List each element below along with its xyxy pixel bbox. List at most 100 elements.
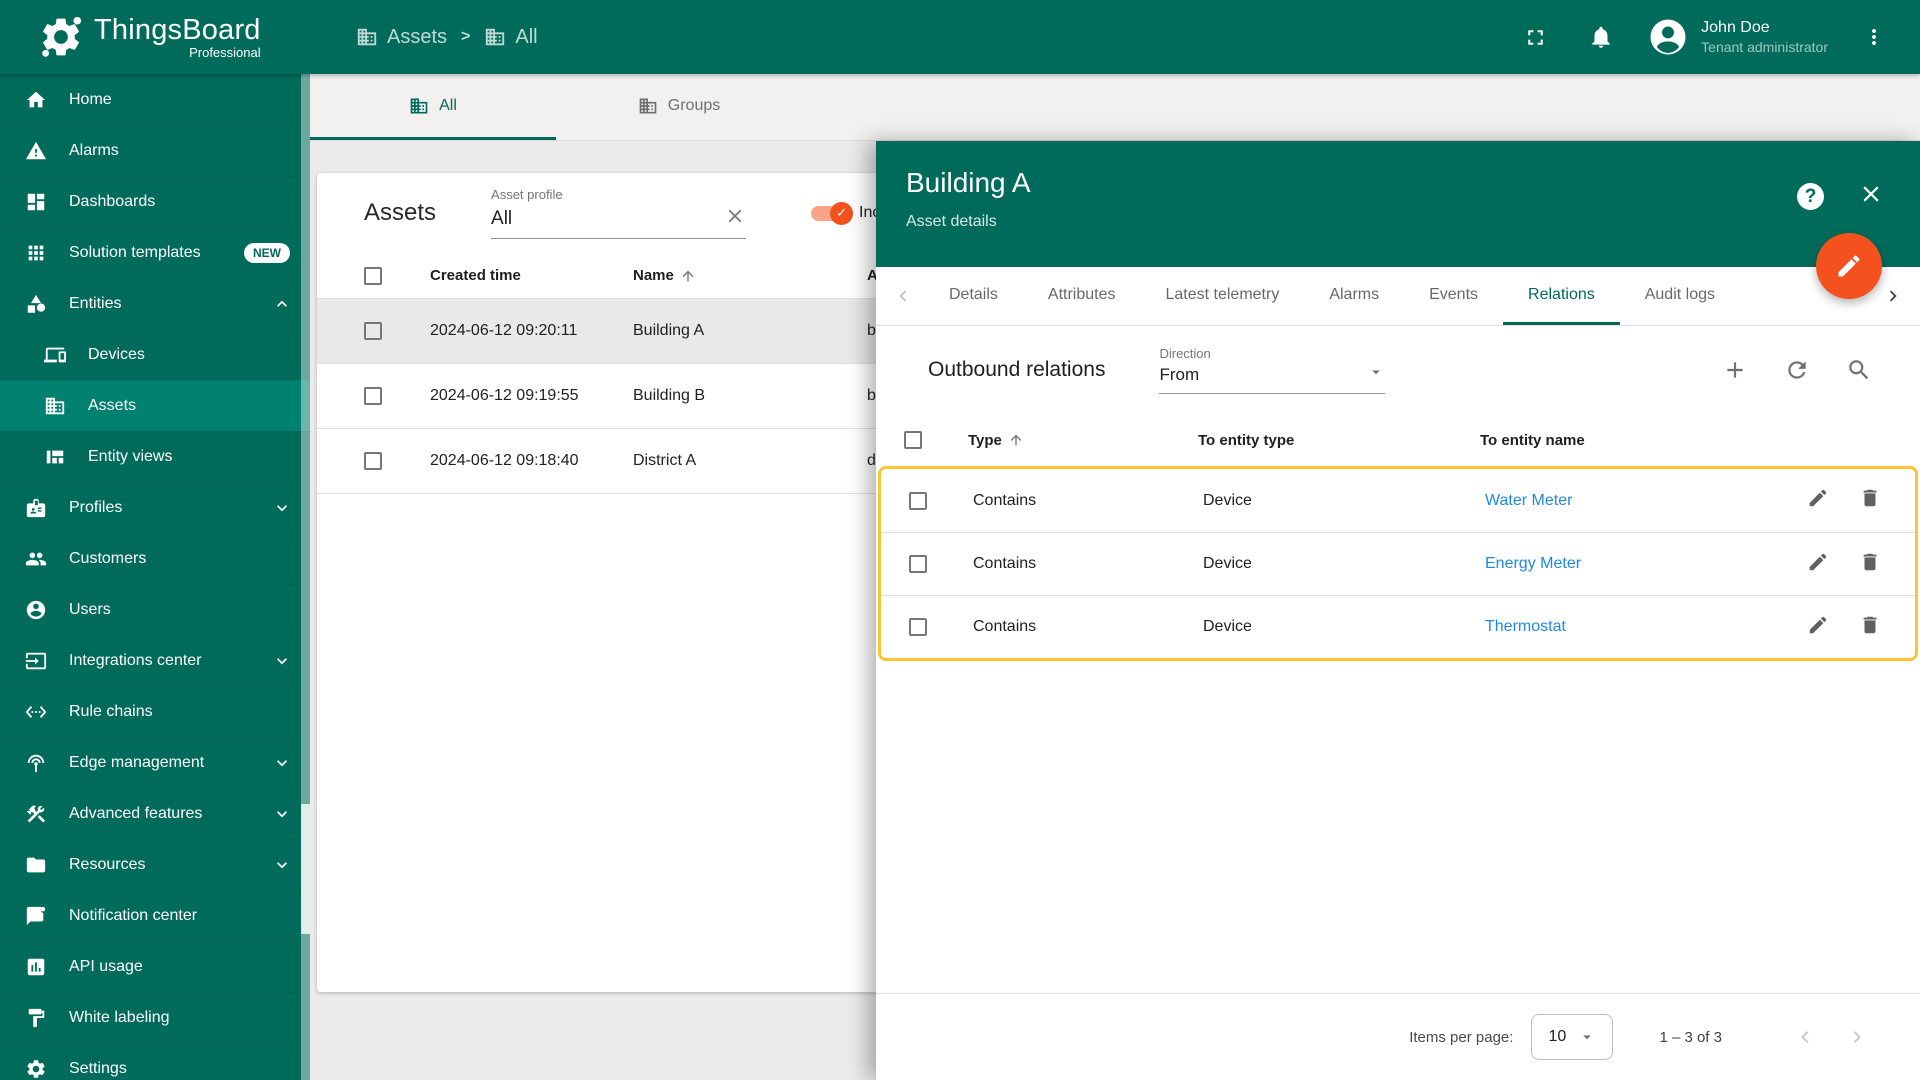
add-icon <box>1727 362 1743 378</box>
sidebar-item-devices[interactable]: Devices <box>0 329 310 380</box>
select-all-relations-checkbox[interactable] <box>904 431 922 449</box>
panel-tab-relations[interactable]: Relations <box>1503 267 1620 325</box>
select-all-checkbox[interactable] <box>364 266 382 285</box>
search-icon <box>1849 360 1869 380</box>
panel-tab-alarms[interactable]: Alarms <box>1304 267 1404 325</box>
edit-relation-button[interactable] <box>1807 551 1859 578</box>
col-to-entity-name[interactable]: To entity name <box>1480 432 1812 449</box>
entity-link[interactable]: Water Meter <box>1485 492 1807 510</box>
sidebar-item-alarms[interactable]: Alarms <box>0 125 310 176</box>
panel-tab-latest-telemetry[interactable]: Latest telemetry <box>1141 267 1305 325</box>
tabs-scroll-left-button[interactable] <box>882 267 924 325</box>
delete-relation-button[interactable] <box>1859 551 1915 578</box>
relation-row[interactable]: Contains Device Energy Meter <box>881 532 1915 595</box>
sidebar-item-customers[interactable]: Customers <box>0 533 310 584</box>
sidebar-scrollbar[interactable] <box>301 74 310 1080</box>
row-checkbox[interactable] <box>909 618 927 636</box>
sidebar-item-assets[interactable]: Assets <box>0 380 310 431</box>
panel-tab-details[interactable]: Details <box>924 267 1023 325</box>
sidebar: Home Alarms Dashboards Solution template… <box>0 74 310 1080</box>
panel-tab-events[interactable]: Events <box>1404 267 1503 325</box>
sidebar-item-notification-center[interactable]: Notification center <box>0 890 310 941</box>
sidebar-item-api-usage[interactable]: API usage <box>0 941 310 992</box>
tab-groups[interactable]: Groups <box>556 74 802 140</box>
row-checkbox[interactable] <box>909 491 927 510</box>
sidebar-item-entity-views[interactable]: Entity views <box>0 431 310 482</box>
search-button[interactable] <box>1842 353 1876 387</box>
help-button[interactable]: ? <box>1797 183 1824 210</box>
sidebar-item-users[interactable]: Users <box>0 584 310 635</box>
clear-filter-button[interactable] <box>724 205 746 232</box>
category-shapes-icon <box>27 294 46 313</box>
tab-all[interactable]: All <box>310 74 556 140</box>
chevron-up-icon <box>277 300 287 307</box>
delete-relation-button[interactable] <box>1859 487 1915 514</box>
relation-row[interactable]: Contains Device Water Meter <box>881 469 1915 532</box>
asset-profile-filter[interactable]: Asset profile All <box>491 187 747 239</box>
thingsboard-logo[interactable]: ThingsBoard Professional <box>0 14 310 60</box>
add-relation-button[interactable] <box>1718 353 1752 387</box>
notifications-button[interactable] <box>1581 17 1621 57</box>
close-panel-button[interactable] <box>1858 181 1884 212</box>
warning-triangle-icon <box>25 141 47 160</box>
panel-title: Building A <box>906 167 1031 198</box>
panel-tab-attributes[interactable]: Attributes <box>1023 267 1141 325</box>
refresh-button[interactable] <box>1780 353 1814 387</box>
devices-icon <box>44 347 66 363</box>
breadcrumb-assets[interactable]: Assets <box>356 26 447 49</box>
row-checkbox[interactable] <box>364 322 382 340</box>
row-checkbox[interactable] <box>909 555 927 573</box>
sidebar-item-entities[interactable]: Entities <box>0 278 310 329</box>
edit-pencil-icon <box>1838 255 1860 277</box>
direction-label: Direction <box>1159 346 1211 361</box>
entity-link[interactable]: Thermostat <box>1485 618 1807 636</box>
panel-tab-audit-logs[interactable]: Audit logs <box>1620 267 1740 325</box>
col-to-entity-type[interactable]: To entity type <box>1198 432 1480 449</box>
previous-page-button[interactable] <box>1784 1016 1826 1058</box>
row-checkbox[interactable] <box>364 387 382 405</box>
wifi-tethering-icon <box>27 754 45 773</box>
badge-id-icon <box>26 498 46 518</box>
sidebar-item-home[interactable]: Home <box>0 74 310 125</box>
notifications-bell-icon <box>1592 26 1610 48</box>
edit-asset-fab[interactable] <box>1816 233 1882 299</box>
breadcrumb-all[interactable]: All <box>484 26 538 49</box>
more-options-button[interactable] <box>1854 17 1894 57</box>
col-name[interactable]: Name <box>633 267 867 284</box>
col-type[interactable]: Type <box>968 432 1198 449</box>
chevron-right-icon <box>1889 290 1897 302</box>
direction-select[interactable]: Direction From <box>1159 346 1386 394</box>
sidebar-scrollbar-thumb[interactable] <box>301 804 310 934</box>
dropdown-caret-icon <box>1372 370 1381 375</box>
sidebar-item-dashboards[interactable]: Dashboards <box>0 176 310 227</box>
items-per-page-select[interactable]: 10 <box>1531 1014 1614 1060</box>
next-page-button[interactable] <box>1836 1016 1878 1058</box>
user-role: Tenant administrator <box>1701 39 1828 55</box>
account-circle-icon <box>26 600 46 620</box>
sidebar-item-settings[interactable]: Settings <box>0 1043 310 1080</box>
building-icon <box>357 28 377 46</box>
edit-pencil-icon <box>1809 553 1827 570</box>
asset-profile-filter-value[interactable]: All <box>491 208 724 230</box>
row-checkbox[interactable] <box>364 452 382 470</box>
edit-relation-button[interactable] <box>1807 487 1859 514</box>
direction-value: From <box>1159 364 1200 384</box>
sidebar-item-advanced-features[interactable]: Advanced features <box>0 788 310 839</box>
user-menu[interactable]: John Doe Tenant administrator <box>1647 16 1828 58</box>
col-created-time[interactable]: Created time <box>430 267 633 284</box>
sidebar-item-white-labeling[interactable]: White labeling <box>0 992 310 1043</box>
highlighted-relations-group: Contains Device Water Meter Contains Dev… <box>878 466 1918 661</box>
sidebar-item-profiles[interactable]: Profiles <box>0 482 310 533</box>
include-toggle[interactable]: ✓ <box>811 201 854 225</box>
sidebar-item-resources[interactable]: Resources <box>0 839 310 890</box>
fullscreen-button[interactable] <box>1515 17 1555 57</box>
edit-relation-button[interactable] <box>1807 614 1859 641</box>
relation-row[interactable]: Contains Device Thermostat <box>881 595 1915 658</box>
settings-ethernet-icon <box>25 706 47 718</box>
sidebar-item-solution-templates[interactable]: Solution templates NEW <box>0 227 310 278</box>
sidebar-item-rule-chains[interactable]: Rule chains <box>0 686 310 737</box>
sidebar-item-edge-management[interactable]: Edge management <box>0 737 310 788</box>
sidebar-item-integrations-center[interactable]: Integrations center <box>0 635 310 686</box>
delete-relation-button[interactable] <box>1859 614 1915 641</box>
entity-link[interactable]: Energy Meter <box>1485 555 1807 573</box>
